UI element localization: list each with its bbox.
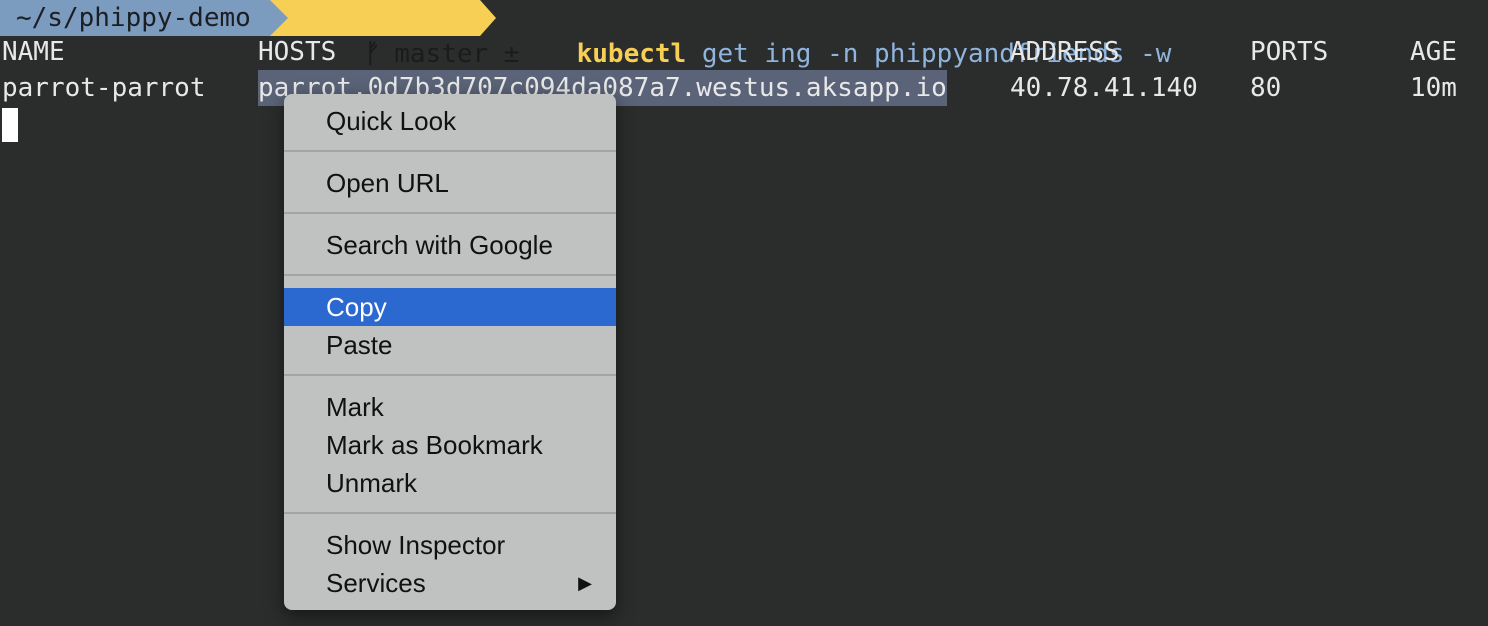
powerline-separator-icon — [480, 0, 496, 36]
menu-separator — [284, 150, 616, 152]
menu-separator — [284, 374, 616, 376]
menu-item-show-inspector[interactable]: Show Inspector — [284, 526, 616, 564]
menu-item-search-with-google[interactable]: Search with Google — [284, 226, 616, 264]
context-menu: Quick Look Open URL Search with Google C… — [284, 94, 616, 610]
menu-item-services[interactable]: Services ▶ — [284, 564, 616, 602]
row-age[interactable]: 10m — [1410, 70, 1457, 106]
menu-item-quick-look[interactable]: Quick Look — [284, 102, 616, 140]
menu-item-open-url[interactable]: Open URL — [284, 164, 616, 202]
menu-item-unmark[interactable]: Unmark — [284, 464, 616, 502]
shell-prompt: ~/s/phippy-demo ᚠ master ± kubectl get in… — [0, 0, 1488, 69]
row-ports[interactable]: 80 — [1250, 70, 1281, 106]
powerline-separator-icon — [270, 0, 288, 36]
terminal-cursor — [2, 108, 18, 142]
menu-item-paste[interactable]: Paste — [284, 326, 616, 364]
prompt-git-segment: ᚠ master ± — [270, 0, 519, 69]
table-header: NAME HOSTS ADDRESS PORTS AGE — [0, 34, 1488, 70]
header-age: AGE — [1410, 37, 1457, 67]
menu-separator — [284, 512, 616, 514]
header-ports: PORTS — [1250, 37, 1329, 67]
header-name: NAME — [2, 37, 65, 67]
menu-item-mark[interactable]: Mark — [284, 388, 616, 426]
row-address[interactable]: 40.78.41.140 — [1010, 70, 1198, 106]
menu-item-copy[interactable]: Copy — [284, 288, 616, 326]
submenu-arrow-icon: ▶ — [578, 573, 592, 593]
header-address: ADDRESS — [1010, 37, 1120, 67]
header-hosts: HOSTS — [258, 37, 337, 67]
menu-separator — [284, 274, 616, 276]
menu-item-services-label: Services — [326, 568, 426, 598]
menu-item-mark-as-bookmark[interactable]: Mark as Bookmark — [284, 426, 616, 464]
menu-separator — [284, 212, 616, 214]
row-name[interactable]: parrot-parrot — [2, 70, 206, 106]
prompt-directory: ~/s/phippy-demo — [0, 0, 270, 36]
table-row: parrot-parrot parrot.0d7b3d707c094da087a… — [0, 70, 1488, 106]
